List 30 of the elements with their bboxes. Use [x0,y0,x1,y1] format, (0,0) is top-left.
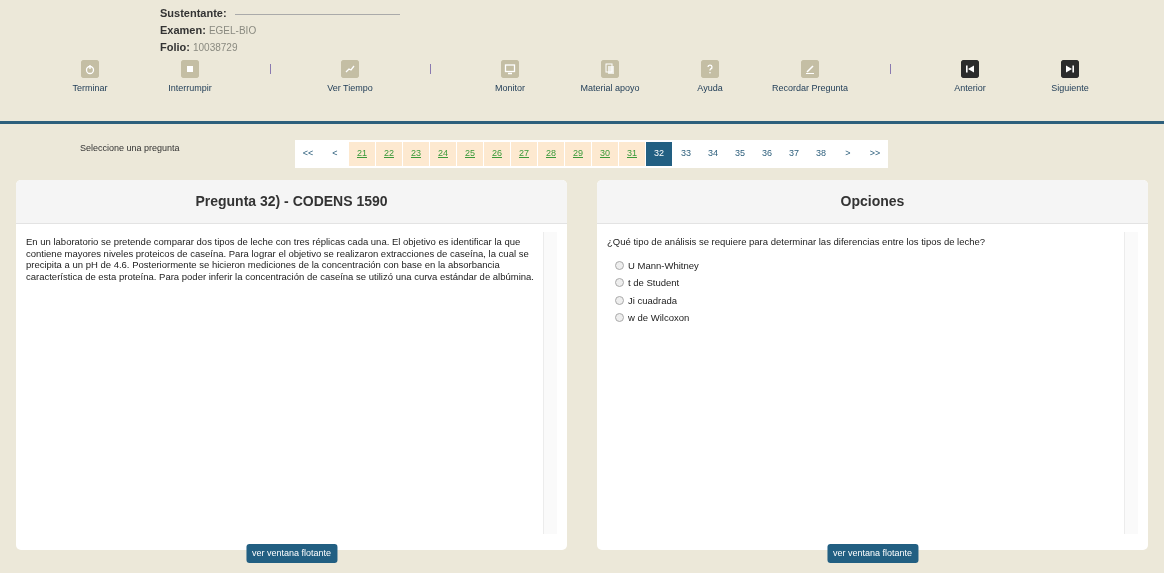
toolbar-button[interactable]: Material apoyo [560,60,660,94]
page-button[interactable]: 32 [646,142,672,166]
toolbar-button[interactable]: Interrumpir [140,60,240,94]
option-label: t de Student [628,277,680,289]
panel-title: Opciones [597,180,1148,224]
radio-button[interactable] [615,313,624,323]
option-label: Ji cuadrada [628,294,678,306]
folio-value: 10038729 [193,42,238,53]
radio-button[interactable] [615,278,624,288]
panel-title: Pregunta 32) - CODENS 1590 [16,180,567,224]
option-label: w de Wilcoxon [628,312,690,324]
toolbar-button[interactable]: Ver Tiempo [300,60,400,94]
sustentante-label: Sustentante: [160,7,227,19]
question-prompt: ¿Qué tipo de análisis se requiere para determinar las diferencias entre los tipos de leche? [607,236,987,248]
toolbar-button[interactable]: Anterior [920,60,1020,94]
toolbar-button[interactable]: Terminar [40,60,140,94]
float-window-button[interactable]: ver ventana flotante [826,543,919,563]
pager-label: Seleccione una pregunta [80,142,181,156]
option-label: U Mann-Whitney [628,259,699,271]
question-text: En un laboratorio se pretende comparar dos tipos de leche con tres réplicas cada una. El objetivo es identificar la que contiene mayores niveles proteicos de caseína. Para lograr el objetivo se realizaron extracciones de caseína, la cual se precipita a un pH de 4.6. Posteriormente se hicieron mediciones de la concentración con base en la absorbancia característica de esta proteína. Para poder inferir la concentración de caseína se utilizó una curva estándar de albúmina. [26,236,535,282]
radio-button[interactable] [615,295,624,305]
exam-value: EGEL-BIO [208,25,257,36]
toolbar-button[interactable]: Siguiente [1020,60,1120,94]
toolbar-button[interactable]: Ayuda [660,60,760,94]
toolbar-button[interactable]: Recordar Pregunta [760,60,860,94]
folio-label: Folio: [160,41,190,53]
exam-label: Examen: [160,24,206,36]
float-window-button[interactable]: ver ventana flotante [245,543,338,563]
radio-button[interactable] [615,260,624,270]
toolbar-button[interactable]: Monitor [460,60,560,94]
